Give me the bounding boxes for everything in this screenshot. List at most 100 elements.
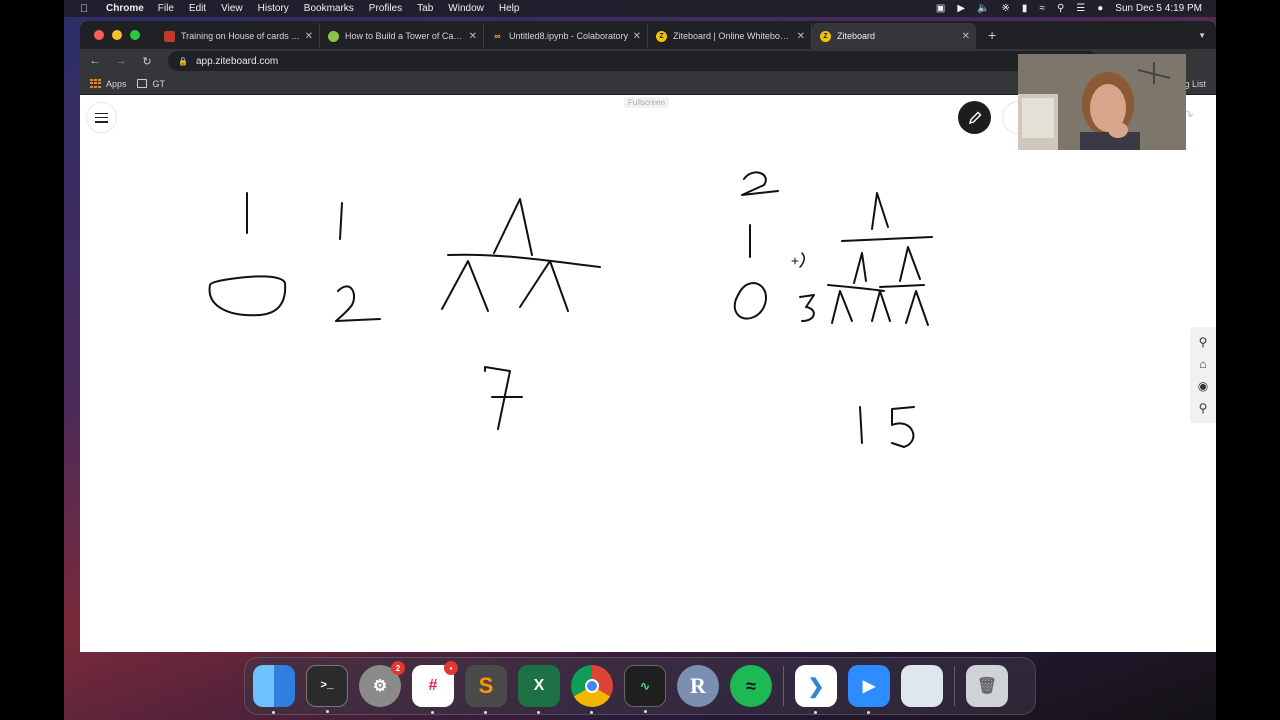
window-controls bbox=[94, 30, 140, 40]
tab-title: Untitled8.ipynb - Colaboratory bbox=[509, 31, 629, 41]
ink-stroke bbox=[899, 246, 921, 282]
dock-chrome-icon[interactable] bbox=[571, 665, 613, 714]
menu-edit[interactable]: Edit bbox=[189, 3, 206, 14]
running-indicator bbox=[484, 711, 487, 714]
dock-separator bbox=[954, 666, 955, 706]
dock-system-preferences-icon[interactable]: ⚙ 2 bbox=[359, 661, 405, 707]
center-icon[interactable]: ◉ bbox=[1198, 380, 1208, 392]
back-icon[interactable]: ← bbox=[84, 55, 106, 67]
dock-finder-icon[interactable] bbox=[253, 665, 295, 714]
dock-terminal-icon[interactable]: >_ bbox=[306, 665, 348, 713]
tab-title: Training on House of cards | Co bbox=[181, 31, 301, 41]
dock-activity-monitor-icon[interactable]: ∿ bbox=[624, 665, 666, 713]
bookmark-gt[interactable]: GT bbox=[136, 78, 166, 89]
zoom-in-icon[interactable]: ⚲ bbox=[1199, 336, 1208, 348]
folder-icon bbox=[136, 79, 147, 88]
dock-preview-icon[interactable] bbox=[901, 665, 943, 707]
tab-title: Ziteboard bbox=[837, 31, 876, 41]
notification-badge: • bbox=[444, 661, 458, 675]
ink-stroke bbox=[831, 290, 853, 324]
close-tab-icon[interactable]: ✕ bbox=[469, 31, 477, 42]
menu-bookmarks[interactable]: Bookmarks bbox=[304, 3, 354, 14]
close-tab-icon[interactable]: ✕ bbox=[633, 31, 641, 42]
favicon-icon bbox=[164, 30, 175, 42]
close-tab-icon[interactable]: ✕ bbox=[797, 31, 805, 42]
maximize-window-button[interactable] bbox=[130, 30, 140, 40]
tab-search-icon[interactable]: ▼ bbox=[1198, 31, 1206, 40]
bookmark-label: Apps bbox=[106, 78, 127, 89]
dock-r-icon[interactable]: R bbox=[677, 665, 719, 707]
tab-ziteboard-home[interactable]: Z Ziteboard | Online Whiteboard ✕ bbox=[648, 23, 812, 49]
ink-stroke bbox=[799, 252, 805, 268]
tab-strip: Training on House of cards | Co ✕ How to… bbox=[80, 21, 1216, 49]
minimize-window-button[interactable] bbox=[112, 30, 122, 40]
whiteboard-canvas[interactable]: Fullscreen ↷ ⚲ ⌂ ◉ ⚲ bbox=[80, 95, 1216, 652]
close-tab-icon[interactable]: ✕ bbox=[305, 31, 313, 42]
menu-file[interactable]: File bbox=[158, 3, 174, 14]
close-window-button[interactable] bbox=[94, 30, 104, 40]
siri-icon[interactable]: ● bbox=[1097, 3, 1103, 14]
menu-view[interactable]: View bbox=[221, 3, 243, 14]
running-indicator bbox=[537, 711, 540, 714]
webcam-person-image bbox=[1018, 54, 1186, 150]
tab-ziteboard-active[interactable]: Z Ziteboard ✕ bbox=[812, 23, 976, 49]
running-indicator bbox=[431, 711, 434, 714]
ziteboard-icon: Z bbox=[656, 30, 667, 42]
play-icon[interactable]: ▶ bbox=[957, 3, 965, 14]
ink-stroke bbox=[441, 260, 489, 312]
reload-icon[interactable]: ↻ bbox=[136, 55, 158, 68]
menu-bar-clock[interactable]: Sun Dec 5 4:19 PM bbox=[1115, 3, 1202, 14]
control-center-icon[interactable]: ☰ bbox=[1076, 3, 1085, 14]
bookmark-apps[interactable]: Apps bbox=[90, 79, 127, 89]
address-bar[interactable]: 🔒 app.ziteboard.com bbox=[168, 51, 1098, 71]
ink-stroke bbox=[741, 171, 779, 196]
ziteboard-icon: Z bbox=[820, 30, 831, 42]
volume-icon[interactable]: 🔈 bbox=[977, 3, 989, 14]
menu-help[interactable]: Help bbox=[499, 3, 520, 14]
dock-spotify-icon[interactable]: ≈ bbox=[730, 665, 772, 707]
tab-title: How to Build a Tower of Cards bbox=[345, 31, 465, 41]
ink-stroke bbox=[519, 260, 569, 312]
zoom-out-icon[interactable]: ⚲ bbox=[1199, 402, 1208, 414]
apps-grid-icon bbox=[90, 79, 101, 88]
ink-stroke bbox=[493, 198, 533, 256]
notification-badge: 2 bbox=[391, 661, 405, 675]
dock: >_ ⚙ 2 # • S X ∿ R ≈ ❯ ▶ 🗑 bbox=[244, 657, 1036, 715]
tab-house-of-cards[interactable]: Training on House of cards | Co ✕ bbox=[156, 23, 320, 49]
status-icon[interactable]: ▣ bbox=[936, 3, 945, 14]
dock-vscode-icon[interactable]: ❯ bbox=[795, 665, 837, 714]
menu-window[interactable]: Window bbox=[448, 3, 484, 14]
lock-icon[interactable]: 🔒 bbox=[178, 57, 188, 66]
dock-zoom-icon[interactable]: ▶ bbox=[848, 665, 890, 714]
dock-slack-icon[interactable]: # • bbox=[412, 661, 458, 714]
search-icon[interactable]: ⚲ bbox=[1057, 3, 1064, 14]
bluetooth-icon[interactable]: ※ bbox=[1002, 3, 1010, 14]
running-indicator bbox=[326, 710, 329, 713]
reading-list-button[interactable]: g List bbox=[1184, 79, 1206, 89]
ink-stroke bbox=[335, 285, 381, 322]
new-tab-button[interactable]: + bbox=[988, 27, 996, 43]
tab-colaboratory[interactable]: ∞ Untitled8.ipynb - Colaboratory ✕ bbox=[484, 23, 648, 49]
ink-stroke bbox=[871, 192, 889, 230]
close-tab-icon[interactable]: ✕ bbox=[962, 31, 970, 42]
bookmark-label: GT bbox=[152, 78, 166, 89]
dock-trash-icon[interactable]: 🗑 bbox=[966, 665, 1008, 707]
apple-icon[interactable]:  bbox=[80, 3, 94, 15]
ink-stroke bbox=[879, 284, 925, 288]
battery-icon[interactable]: ▮ bbox=[1022, 3, 1028, 14]
running-indicator bbox=[644, 710, 647, 713]
menu-profiles[interactable]: Profiles bbox=[369, 3, 402, 14]
home-icon[interactable]: ⌂ bbox=[1199, 358, 1206, 370]
menu-tab[interactable]: Tab bbox=[417, 3, 433, 14]
dock-sublime-text-icon[interactable]: S bbox=[465, 665, 507, 714]
ink-stroke bbox=[859, 406, 863, 444]
menu-history[interactable]: History bbox=[258, 3, 289, 14]
forward-icon[interactable]: → bbox=[110, 55, 132, 67]
letterbox-left bbox=[0, 0, 64, 720]
dock-excel-icon[interactable]: X bbox=[518, 665, 560, 714]
tab-tower-of-cards[interactable]: How to Build a Tower of Cards ✕ bbox=[320, 23, 484, 49]
running-indicator bbox=[814, 711, 817, 714]
wifi-icon[interactable]: ≈ bbox=[1039, 3, 1045, 14]
menu-app-name[interactable]: Chrome bbox=[106, 3, 144, 14]
colab-icon: ∞ bbox=[494, 31, 501, 41]
